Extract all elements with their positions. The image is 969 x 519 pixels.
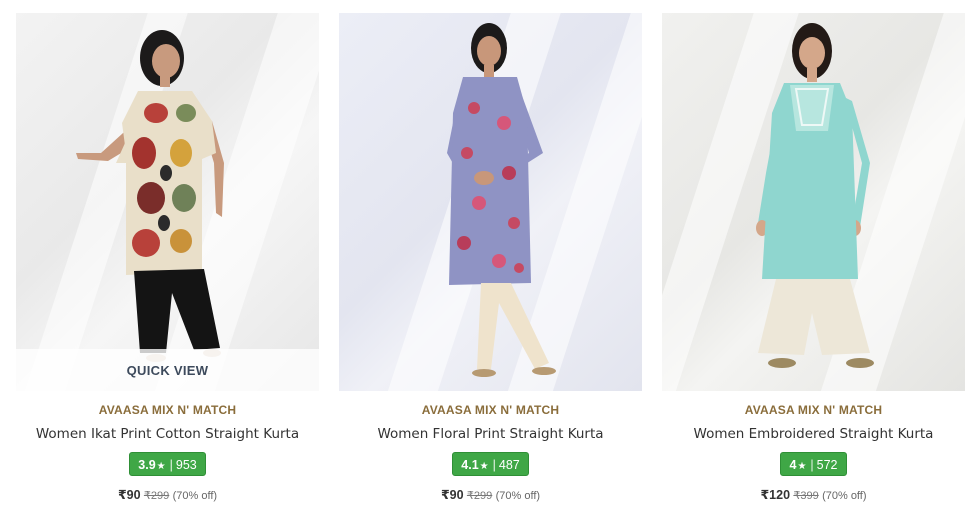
review-count: 953 bbox=[175, 458, 197, 472]
product-brand: AVAASA MIX N' MATCH bbox=[421, 403, 560, 417]
current-price: ₹120 bbox=[760, 488, 791, 502]
discount-label: (70% off) bbox=[172, 490, 218, 502]
review-count: 487 bbox=[498, 458, 520, 472]
star-icon: ★ bbox=[797, 461, 807, 472]
product-image[interactable] bbox=[339, 13, 642, 391]
discount-label: (70% off) bbox=[495, 490, 541, 502]
product-card[interactable]: QUICK VIEW AVAASA MIX N' MATCH Women Ika… bbox=[16, 13, 319, 513]
original-price: ₹299 bbox=[466, 490, 493, 502]
review-count: 572 bbox=[816, 458, 838, 472]
rating-score: 4 bbox=[789, 458, 797, 472]
product-brand: AVAASA MIX N' MATCH bbox=[744, 403, 883, 417]
product-grid: QUICK VIEW AVAASA MIX N' MATCH Women Ika… bbox=[0, 0, 969, 519]
current-price: ₹90 bbox=[117, 488, 141, 502]
original-price: ₹299 bbox=[143, 490, 170, 502]
rating-badge: 4★ | 572 bbox=[780, 452, 847, 476]
product-name[interactable]: Women Ikat Print Cotton Straight Kurta bbox=[16, 426, 319, 442]
rating-separator: | bbox=[810, 458, 814, 472]
star-icon: ★ bbox=[156, 461, 166, 472]
product-name[interactable]: Women Floral Print Straight Kurta bbox=[339, 426, 642, 442]
product-brand: AVAASA MIX N' MATCH bbox=[98, 403, 237, 417]
product-card[interactable]: AVAASA MIX N' MATCH Women Embroidered St… bbox=[662, 13, 965, 513]
product-info: AVAASA MIX N' MATCH Women Floral Print S… bbox=[339, 403, 642, 502]
product-image[interactable] bbox=[662, 13, 965, 391]
rating-badge: 4.1★ | 487 bbox=[452, 452, 529, 476]
product-image[interactable]: QUICK VIEW bbox=[16, 13, 319, 391]
price-line: ₹90 ₹299 (70% off) bbox=[16, 487, 319, 502]
product-name[interactable]: Women Embroidered Straight Kurta bbox=[662, 426, 965, 442]
quick-view-button[interactable]: QUICK VIEW bbox=[16, 349, 319, 391]
rating-separator: | bbox=[169, 458, 173, 472]
rating-score: 3.9 bbox=[138, 458, 156, 472]
original-price: ₹399 bbox=[793, 490, 819, 502]
product-info: AVAASA MIX N' MATCH Women Ikat Print Cot… bbox=[16, 403, 319, 502]
star-icon: ★ bbox=[479, 461, 489, 472]
model-figure bbox=[756, 23, 874, 368]
model-figure bbox=[447, 23, 556, 377]
current-price: ₹90 bbox=[440, 488, 464, 502]
rating-score: 4.1 bbox=[461, 458, 479, 472]
model-figure bbox=[76, 30, 224, 362]
product-card[interactable]: AVAASA MIX N' MATCH Women Floral Print S… bbox=[339, 13, 642, 513]
rating-separator: | bbox=[492, 458, 496, 472]
product-info: AVAASA MIX N' MATCH Women Embroidered St… bbox=[662, 403, 965, 502]
price-line: ₹90 ₹299 (70% off) bbox=[339, 487, 642, 502]
discount-label: (70% off) bbox=[822, 490, 867, 502]
price-line: ₹120 ₹399 (70% off) bbox=[662, 487, 965, 502]
rating-badge: 3.9★ | 953 bbox=[129, 452, 206, 476]
